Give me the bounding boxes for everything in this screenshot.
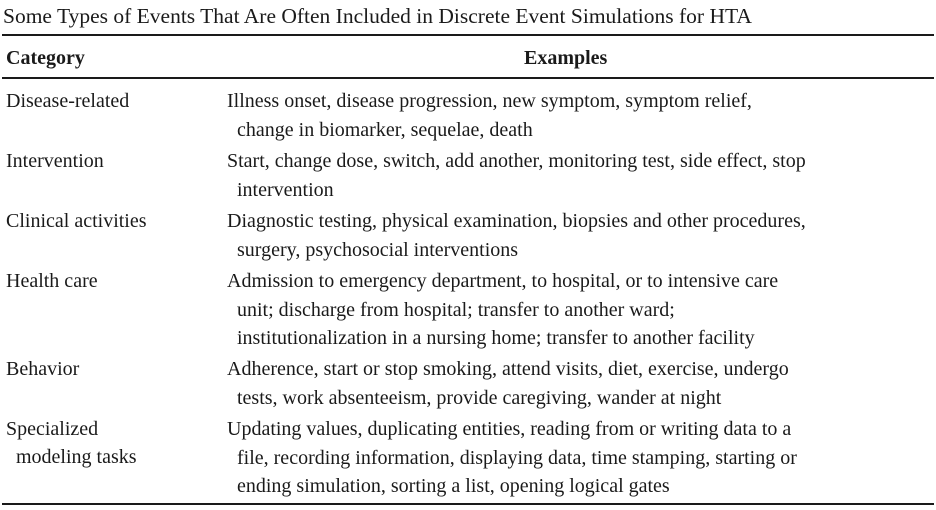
column-header-examples: Examples bbox=[524, 47, 608, 69]
examples-line: unit; discharge from hospital; transfer … bbox=[237, 298, 675, 321]
category-cell: Specialized modeling tasks bbox=[6, 415, 211, 471]
bottom-rule bbox=[2, 503, 934, 505]
table-page: Some Types of Events That Are Often Incl… bbox=[0, 0, 936, 510]
examples-line: change in biomarker, sequelae, death bbox=[237, 118, 533, 141]
examples-line: ending simulation, sorting a list, openi… bbox=[237, 475, 670, 497]
category-text: modeling tasks bbox=[16, 446, 137, 468]
examples-line: Diagnostic testing, physical examination… bbox=[227, 210, 806, 232]
category-text: Specialized bbox=[6, 418, 99, 440]
examples-line: Adherence, start or stop smoking, attend… bbox=[227, 358, 789, 380]
examples-line: Start, change dose, switch, add another,… bbox=[227, 150, 806, 172]
examples-line: surgery, psychosocial interventions bbox=[237, 238, 519, 261]
category-cell: Behavior bbox=[6, 355, 211, 383]
examples-cell: Illness onset, disease progression, new … bbox=[227, 87, 933, 144]
examples-line: institutionalization in a nursing home; … bbox=[237, 327, 755, 349]
category-cell: Disease-related bbox=[6, 87, 211, 115]
category-cell: Intervention bbox=[6, 147, 211, 175]
examples-line: file, recording information, displaying … bbox=[237, 446, 797, 469]
category-cell: Clinical activities bbox=[6, 207, 211, 235]
examples-line: Updating values, duplicating entities, r… bbox=[227, 418, 792, 440]
category-text: Behavior bbox=[6, 358, 80, 380]
top-rule bbox=[2, 34, 934, 36]
examples-cell: Start, change dose, switch, add another,… bbox=[227, 147, 933, 204]
category-text: Intervention bbox=[6, 150, 104, 172]
examples-line: Illness onset, disease progression, new … bbox=[227, 90, 752, 112]
category-text: Clinical activities bbox=[6, 210, 147, 232]
examples-cell: Adherence, start or stop smoking, attend… bbox=[227, 355, 933, 412]
table-caption: Some Types of Events That Are Often Incl… bbox=[3, 4, 752, 28]
examples-cell: Updating values, duplicating entities, r… bbox=[227, 415, 933, 501]
header-rule bbox=[2, 77, 934, 79]
examples-cell: Admission to emergency department, to ho… bbox=[227, 267, 933, 353]
examples-line: Admission to emergency department, to ho… bbox=[227, 270, 779, 292]
column-header-category: Category bbox=[6, 47, 85, 69]
category-text: Disease-related bbox=[6, 90, 130, 112]
examples-cell: Diagnostic testing, physical examination… bbox=[227, 207, 933, 264]
category-text: Health care bbox=[6, 270, 98, 292]
examples-line: intervention bbox=[237, 178, 334, 201]
category-cell: Health care bbox=[6, 267, 211, 295]
examples-line: tests, work absenteeism, provide caregiv… bbox=[237, 386, 722, 409]
